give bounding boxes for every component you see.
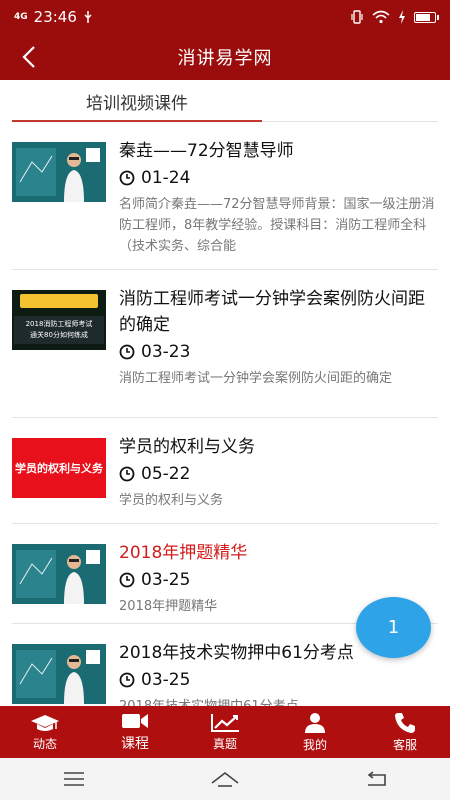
course-description: 学员的权利与义务	[119, 493, 224, 508]
course-body: 学员的权利与义务 05-22 学员的权利与义务	[119, 434, 438, 511]
nav-item-mine[interactable]: 我的	[270, 706, 360, 758]
thumb-line-2: 通关80分如何练成	[30, 331, 88, 339]
home-icon[interactable]	[210, 771, 240, 787]
course-thumbnail[interactable]: 2018消防工程师考试 通关80分如何练成	[12, 290, 106, 350]
floating-action-button[interactable]: 1	[356, 597, 431, 658]
chart-trend-icon	[211, 713, 239, 732]
vibrate-icon	[351, 10, 363, 24]
title-bar: 消讲易学网	[0, 34, 450, 80]
clock-icon	[119, 170, 135, 186]
course-description: 2018年技术实物押中61分考点	[119, 696, 438, 706]
graduation-cap-icon	[31, 714, 59, 731]
course-date: 03-23	[141, 342, 191, 362]
course-body: 秦垚——72分智慧导师 01-24 名师简介秦垚——72分智慧导师背景：国家一级注册…	[119, 138, 438, 257]
course-title: 消防工程师考试一分钟学会案例防火间距的确定	[119, 289, 425, 335]
back-button[interactable]	[14, 42, 44, 72]
wifi-icon	[372, 10, 390, 24]
tab-label: 培训视频课件	[86, 93, 188, 114]
course-date-row: 01-24	[119, 168, 438, 188]
course-thumbnail[interactable]	[12, 644, 106, 704]
signal-indicator: 4G	[14, 11, 28, 22]
user-icon	[305, 712, 325, 733]
course-date: 03-25	[141, 570, 191, 590]
course-description: 消防工程师考试一分钟学会案例防火间距的确定	[119, 371, 393, 386]
status-bar: 4G 23:46	[0, 0, 450, 34]
course-date: 03-25	[141, 670, 191, 690]
course-thumbnail[interactable]	[12, 142, 106, 202]
nav-label: 动态	[32, 736, 57, 751]
course-body: 消防工程师考试一分钟学会案例防火间距的确定 03-23 消防工程师考试一分钟学会案例…	[119, 286, 438, 389]
course-title: 秦垚——72分智慧导师	[119, 141, 294, 161]
course-title: 学员的权利与义务	[119, 437, 255, 457]
clock-icon	[119, 344, 135, 360]
menu-icon[interactable]	[63, 772, 85, 786]
course-item[interactable]: 学员的权利与义务 学员的权利与义务 05-22 学员的权利与义务	[12, 418, 438, 524]
course-date-row: 03-25	[119, 670, 438, 690]
course-date-row: 05-22	[119, 464, 438, 484]
course-thumbnail[interactable]	[12, 544, 106, 604]
course-date-row: 03-23	[119, 342, 438, 362]
bottom-nav: 动态 课程 真题 我的 客服	[0, 706, 450, 758]
nav-item-exams[interactable]: 真题	[180, 706, 270, 758]
usb-icon	[84, 11, 92, 23]
clock-icon	[119, 672, 135, 688]
course-item[interactable]: 秦垚——72分智慧导师 01-24 名师简介秦垚——72分智慧导师背景：国家一级注册…	[12, 122, 438, 270]
page-title: 消讲易学网	[177, 48, 273, 69]
course-description: 名师简介秦垚——72分智慧导师背景：国家一级注册消防工程师，8年教学经验。授课科…	[119, 197, 435, 254]
charging-icon	[399, 10, 405, 24]
fab-label: 1	[387, 617, 400, 638]
video-camera-icon	[122, 714, 148, 728]
nav-item-courses[interactable]: 课程	[90, 706, 180, 758]
nav-item-dynamic[interactable]: 动态	[0, 706, 90, 758]
clock-icon	[119, 572, 135, 588]
course-title: 2018年押题精华	[119, 543, 248, 563]
course-date: 01-24	[141, 168, 191, 188]
clock-icon	[119, 466, 135, 482]
battery-icon	[414, 11, 439, 23]
nav-item-service[interactable]: 客服	[360, 706, 450, 758]
tab-bar: 培训视频课件	[12, 80, 438, 122]
chevron-left-icon	[22, 46, 35, 68]
thumb-text: 学员的权利与义务	[12, 438, 106, 498]
nav-label: 课程	[121, 736, 149, 752]
nav-label: 真题	[212, 736, 237, 751]
tab-training-videos[interactable]: 培训视频课件	[12, 80, 262, 122]
nav-label: 客服	[392, 737, 417, 752]
course-item[interactable]: 2018消防工程师考试 通关80分如何练成 消防工程师考试一分钟学会案例防火间距的确…	[12, 270, 438, 418]
course-date-row: 03-25	[119, 570, 438, 590]
course-date: 05-22	[141, 464, 191, 484]
course-thumbnail[interactable]: 学员的权利与义务	[12, 438, 106, 498]
back-icon[interactable]	[365, 771, 387, 787]
phone-icon	[395, 712, 415, 733]
thumb-line-1: 2018消防工程师考试	[25, 320, 93, 328]
status-time: 23:46	[33, 8, 77, 26]
system-nav-bar	[0, 758, 450, 800]
nav-label: 我的	[302, 737, 327, 752]
